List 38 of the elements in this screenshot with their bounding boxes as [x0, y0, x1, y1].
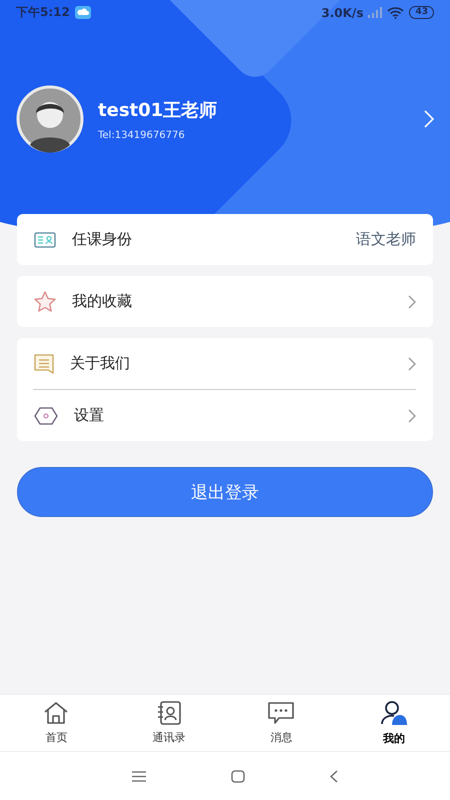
tab[interactable]: 消息	[225, 695, 338, 751]
star-icon	[34, 291, 56, 312]
menu-value: 语文老师	[356, 230, 416, 249]
menu-icon[interactable]	[132, 770, 146, 782]
menu-label: 设置	[74, 406, 105, 425]
tab[interactable]: 我的	[338, 695, 450, 751]
status-time: 下午5:12	[16, 4, 70, 21]
menu-label: 我的收藏	[72, 292, 133, 311]
id-card-icon	[34, 232, 56, 248]
chat-icon	[267, 701, 296, 725]
home-icon	[43, 701, 70, 725]
menu-item[interactable]: 任课身份 语文老师	[17, 214, 433, 265]
contacts-icon	[156, 701, 182, 725]
hexagon-icon	[34, 406, 58, 424]
chevron-right-icon[interactable]	[424, 110, 434, 128]
back-icon[interactable]	[330, 770, 338, 782]
network-speed: 3.0K/s	[321, 6, 364, 20]
home-button-icon[interactable]	[231, 770, 245, 782]
wifi-icon	[387, 6, 404, 18]
logout-button[interactable]: 退出登录	[17, 467, 433, 517]
chevron-right-icon	[408, 408, 416, 422]
cloud-icon	[74, 6, 91, 19]
menu-label: 任课身份	[72, 230, 133, 249]
user-icon	[380, 700, 408, 726]
menu-item[interactable]: 设置	[17, 390, 433, 441]
chevron-right-icon	[408, 294, 416, 308]
battery-indicator: 43	[409, 6, 434, 19]
menu-label: 关于我们	[70, 354, 131, 373]
user-name: test01王老师	[98, 98, 218, 122]
menu-item[interactable]: 关于我们	[17, 338, 433, 389]
avatar	[16, 85, 84, 153]
tab[interactable]: 通讯录	[112, 695, 225, 751]
signal-icon	[368, 7, 382, 18]
phone-number: Tel:13419676776	[98, 130, 186, 140]
tab[interactable]: 首页	[0, 695, 112, 751]
chevron-right-icon	[408, 356, 416, 370]
menu-item[interactable]: 我的收藏	[17, 276, 433, 327]
document-icon	[34, 354, 54, 374]
